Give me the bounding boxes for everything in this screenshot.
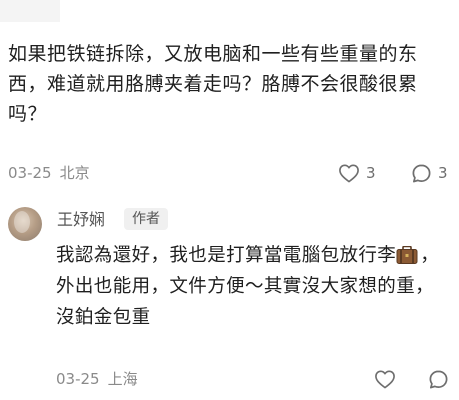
speech-bubble-icon — [429, 370, 448, 388]
reply-meta: 03-25 上海 — [56, 366, 138, 392]
speech-bubble-icon — [412, 164, 431, 182]
comment-like-button[interactable]: 3 — [338, 160, 376, 186]
suitcase-icon — [396, 243, 418, 264]
reply-date: 03-25 — [56, 370, 100, 388]
reply-location: 上海 — [107, 370, 138, 388]
reply-text-part1: 我認為還好，我也是打算當電腦包放行李 — [56, 245, 397, 266]
heart-icon — [375, 370, 395, 389]
author-badge: 作者 — [124, 208, 168, 230]
comment-like-count: 3 — [366, 164, 376, 182]
reply-like-button[interactable] — [374, 366, 396, 392]
heart-icon — [339, 164, 359, 183]
comment-reply-count: 3 — [438, 164, 448, 182]
comment-text: 如果把铁链拆除，又放电脑和一些有些重量的东西，难道就用胳膊夹着走吗？胳膊不会很酸… — [8, 43, 418, 125]
reply-meta-row: 03-25 上海 — [56, 366, 452, 392]
reply-reply-button[interactable] — [428, 366, 449, 392]
top-bar-fragment — [0, 0, 60, 22]
comment-date: 03-25 — [8, 164, 52, 182]
comment-meta-row: 03-25 北京 3 3 — [8, 160, 452, 186]
comment-meta: 03-25 北京 — [8, 160, 90, 186]
reply-text: 我認為還好，我也是打算當電腦包放行李 ，外出也能用，文件方便～其實沒大家想的重，沒… — [56, 240, 448, 333]
reply-avatar[interactable] — [8, 207, 42, 241]
comment-reply-button[interactable]: 3 — [411, 160, 448, 186]
reply-author-name[interactable]: 王妤娴 — [57, 208, 105, 232]
reply-item: 王妤娴 作者 我認為還好，我也是打算當電腦包放行李 ，外出也能用，文件方便～其實沒… — [0, 200, 459, 400]
comment-location: 北京 — [59, 164, 90, 182]
